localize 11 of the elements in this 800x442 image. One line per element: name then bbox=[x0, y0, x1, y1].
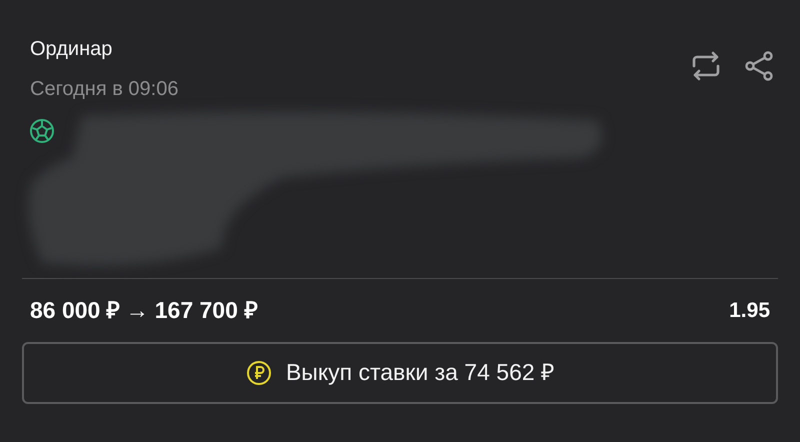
bet-type: Ординар bbox=[30, 37, 114, 62]
share-icon[interactable] bbox=[744, 50, 774, 82]
stake-amount: 86 000 ₽ bbox=[30, 296, 120, 325]
arrow-symbol: → bbox=[126, 296, 149, 325]
soccer-ball-icon bbox=[29, 118, 55, 144]
odds: 1.95 bbox=[729, 298, 770, 324]
ruble-coin-icon bbox=[246, 360, 272, 386]
repeat-icon[interactable] bbox=[690, 50, 722, 82]
bet-time: Сегодня в 09:06 bbox=[30, 77, 178, 102]
cashout-button[interactable]: Выкуп ставки за 74 562 ₽ bbox=[22, 342, 778, 404]
payout-amount: 167 700 ₽ bbox=[154, 296, 258, 325]
